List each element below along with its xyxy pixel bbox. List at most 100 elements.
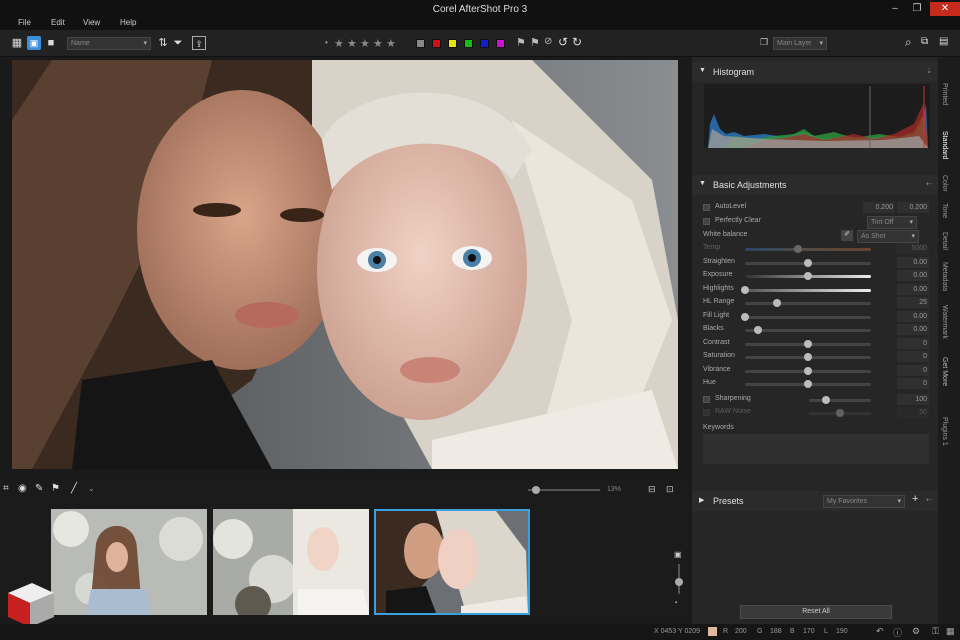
- thumbnail-size-slider[interactable]: [675, 564, 683, 594]
- slider-value[interactable]: 0.00: [897, 270, 929, 281]
- eyedropper-icon[interactable]: ✐: [841, 230, 853, 241]
- presets-select[interactable]: My Favorites ▾: [823, 495, 905, 508]
- minimize-button[interactable]: –: [884, 2, 906, 16]
- slider-knob[interactable]: [793, 245, 802, 253]
- brush-icon[interactable]: ╱: [71, 483, 77, 494]
- slider-knob[interactable]: [804, 380, 812, 388]
- flag-reject-icon[interactable]: ⚑: [530, 36, 540, 49]
- settings-icon[interactable]: ⚙: [912, 626, 920, 637]
- autolevel-checkbox[interactable]: [703, 204, 710, 211]
- tint-select[interactable]: Tint Off ▾: [867, 216, 917, 229]
- slider-value[interactable]: 25: [897, 297, 929, 308]
- info-icon[interactable]: ⓘ: [893, 626, 902, 639]
- sharpening-slider[interactable]: [809, 396, 871, 404]
- tab-tone[interactable]: Tone: [941, 203, 948, 218]
- maximize-button[interactable]: ❐: [906, 2, 928, 16]
- adjustment-slider[interactable]: [745, 258, 871, 267]
- adjustment-slider[interactable]: [745, 353, 871, 361]
- slider-knob[interactable]: [804, 339, 812, 348]
- export-icon[interactable]: ⇪: [192, 36, 206, 50]
- layer-select[interactable]: Main Layer ▾: [773, 37, 827, 50]
- raw-noise-checkbox[interactable]: [703, 409, 710, 416]
- slideshow-icon[interactable]: ▤: [939, 36, 948, 47]
- slider-knob[interactable]: [804, 272, 812, 280]
- slider-knob[interactable]: [741, 312, 749, 321]
- regions-icon[interactable]: ⚑: [51, 483, 60, 494]
- rotate-left-icon[interactable]: ↺: [558, 35, 568, 49]
- sort-order-icon[interactable]: ⇅: [156, 36, 170, 50]
- search-icon[interactable]: ⌕: [905, 35, 912, 50]
- autolevel-low-field[interactable]: 0.200: [863, 202, 895, 213]
- keywords-input[interactable]: [703, 434, 929, 464]
- rotate-right-icon[interactable]: ↻: [572, 35, 582, 49]
- slider-knob[interactable]: [741, 285, 749, 294]
- redeye-icon[interactable]: ◉: [18, 483, 27, 494]
- slider-value[interactable]: 0.00: [897, 310, 929, 322]
- adjustment-slider[interactable]: [741, 312, 871, 321]
- menu-edit[interactable]: Edit: [51, 18, 65, 27]
- color-label-5[interactable]: [480, 39, 489, 48]
- zoom-slider[interactable]: [528, 486, 600, 494]
- star-1-icon[interactable]: ★: [334, 37, 344, 50]
- expand-icon[interactable]: ▶: [699, 496, 704, 504]
- panel-menu-icon[interactable]: ⇠: [926, 496, 932, 504]
- color-label-6[interactable]: [496, 39, 505, 48]
- thumbnail-size-large-icon[interactable]: ▣: [674, 550, 682, 559]
- grid-view-icon[interactable]: ▦: [10, 36, 24, 50]
- tab-metadata[interactable]: Metadata: [941, 262, 948, 291]
- chevron-down-icon[interactable]: ⌄: [88, 484, 95, 493]
- collapse-icon[interactable]: ▼: [699, 180, 706, 187]
- menu-file[interactable]: File: [18, 18, 31, 27]
- slider-value[interactable]: 0: [897, 378, 929, 389]
- panel-menu-icon[interactable]: ⇠: [926, 180, 932, 188]
- adjustment-slider[interactable]: [745, 339, 871, 348]
- slider-value[interactable]: 0.00: [897, 256, 929, 268]
- thumbnail-3-selected[interactable]: [374, 509, 530, 615]
- close-button[interactable]: ✕: [930, 2, 960, 16]
- sort-select[interactable]: Name ▾: [67, 37, 151, 50]
- menu-view[interactable]: View: [83, 18, 100, 27]
- perfect-clear-checkbox[interactable]: [703, 218, 710, 225]
- tab-watermark[interactable]: Watermark: [941, 305, 948, 339]
- slider-knob[interactable]: [804, 353, 812, 361]
- tab-get-more[interactable]: Get More: [941, 357, 948, 386]
- slider-knob[interactable]: [804, 258, 812, 267]
- adjustment-slider[interactable]: [745, 272, 871, 280]
- raw-noise-value[interactable]: 50: [897, 407, 929, 418]
- flag-icon[interactable]: ⚑: [516, 36, 526, 49]
- presets-header[interactable]: ▶ Presets My Favorites ▾ + ⇠: [692, 491, 938, 511]
- fit-icon[interactable]: ⊟: [648, 484, 656, 495]
- add-preset-icon[interactable]: +: [912, 493, 918, 505]
- filter-icon[interactable]: ⏷: [171, 36, 185, 50]
- color-label-2[interactable]: [432, 39, 441, 48]
- star-2-icon[interactable]: ★: [347, 37, 357, 50]
- color-label-1[interactable]: [416, 39, 425, 48]
- no-rating-dot[interactable]: •: [325, 38, 328, 47]
- tab-color[interactable]: Color: [941, 175, 948, 192]
- unflag-icon[interactable]: ⊘: [544, 36, 552, 47]
- autolevel-high-field[interactable]: 0.200: [897, 202, 929, 213]
- thumbnail-size-small-icon[interactable]: ▪: [675, 600, 677, 606]
- pin-icon[interactable]: ⇣: [926, 67, 932, 75]
- actual-size-icon[interactable]: ⊡: [666, 484, 674, 495]
- tab-plugins-1[interactable]: Plugins 1: [941, 417, 948, 446]
- raw-noise-slider[interactable]: [809, 409, 871, 417]
- undo-icon[interactable]: ↶: [876, 626, 884, 637]
- tab-printed[interactable]: Printed: [941, 83, 948, 105]
- histogram-header[interactable]: ▼ Histogram ⇣: [692, 62, 938, 82]
- adjustment-slider[interactable]: [741, 285, 871, 294]
- color-label-3[interactable]: [448, 39, 457, 48]
- adjustment-slider[interactable]: [745, 380, 871, 388]
- sharpening-checkbox[interactable]: [703, 396, 710, 403]
- compare-view-icon[interactable]: ⧉: [921, 36, 928, 47]
- crop-icon[interactable]: ⌗: [3, 483, 9, 494]
- slider-value[interactable]: 0: [897, 364, 929, 376]
- reset-all-button[interactable]: Reset All: [740, 605, 892, 619]
- raw-noise-slider-knob[interactable]: [836, 409, 844, 417]
- slider-knob[interactable]: [804, 366, 812, 375]
- slider-value[interactable]: 0.00: [897, 283, 929, 295]
- menu-help[interactable]: Help: [120, 18, 136, 27]
- star-5-icon[interactable]: ★: [386, 37, 396, 50]
- basic-adjustments-header[interactable]: ▼ Basic Adjustments ⇠: [692, 175, 938, 195]
- slider-value[interactable]: 0.00: [897, 324, 929, 335]
